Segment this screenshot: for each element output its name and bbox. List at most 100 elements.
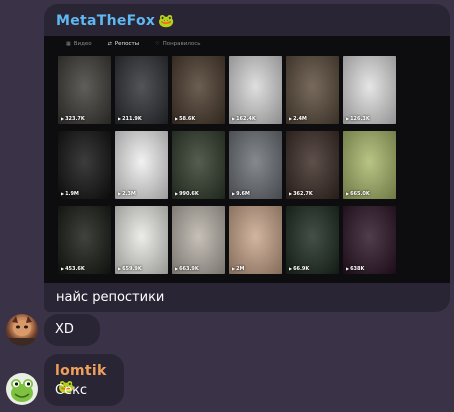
- view-count-text: 162.4K: [236, 116, 256, 122]
- sender-name[interactable]: MetaTheFox 🐸: [56, 13, 175, 29]
- video-grid: ▶323.7K ▶211.9K ▶58.6K ▶162.4K ▶2.4M ▶126.3K ▶…: [58, 56, 396, 274]
- play-icon: ▶: [289, 266, 293, 271]
- view-count: ▶1.9M: [61, 191, 79, 197]
- view-count: ▶453.6K: [61, 266, 85, 272]
- thumbnail-image: [343, 131, 396, 199]
- view-count-text: 659.9K: [122, 266, 142, 272]
- play-icon: ▶: [346, 116, 350, 121]
- profile-tab-label: Понравилось: [162, 41, 201, 47]
- frog-emoji-icon: 🐸: [158, 14, 175, 29]
- thumbnail-image: [115, 56, 168, 124]
- play-icon: ▶: [61, 266, 65, 271]
- video-thumbnail: ▶2.3M: [115, 131, 168, 199]
- play-icon: ▶: [175, 266, 179, 271]
- thumbnail-image: [286, 56, 339, 124]
- view-count-text: 1.9M: [65, 191, 79, 197]
- user-avatar[interactable]: [6, 373, 38, 405]
- view-count-text: 2.3M: [122, 191, 136, 197]
- view-count: ▶362.7K: [289, 191, 313, 197]
- sender-name-text: lomtik: [55, 363, 107, 379]
- view-count-text: 126.3K: [350, 116, 370, 122]
- sender-name-text: MetaTheFox: [56, 13, 156, 29]
- play-icon: ▶: [118, 191, 122, 196]
- play-icon: ▶: [289, 116, 293, 121]
- thumbnail-image: [286, 131, 339, 199]
- play-icon: ▶: [289, 191, 293, 196]
- play-icon: ▶: [175, 116, 179, 121]
- video-thumbnail: ▶990.6K: [172, 131, 225, 199]
- message-bubble[interactable]: lomtik🐸 Секс: [44, 354, 124, 406]
- avatar-photo-icon: [6, 316, 38, 346]
- video-thumbnail: ▶66.9K: [286, 206, 339, 274]
- message-text: XD: [55, 322, 74, 337]
- grid-icon: ▦: [66, 41, 71, 47]
- profile-tab-label: Репосты: [114, 41, 140, 47]
- view-count: ▶323.7K: [61, 116, 85, 122]
- profile-tab: ⇄ Репосты: [108, 41, 139, 47]
- view-count-text: 211.9K: [122, 116, 142, 122]
- video-thumbnail: ▶1.9M: [58, 131, 111, 199]
- video-thumbnail: ▶665.0K: [343, 131, 396, 199]
- thumbnail-image: [115, 206, 168, 274]
- video-thumbnail: ▶362.7K: [286, 131, 339, 199]
- user-avatar[interactable]: [6, 314, 38, 346]
- video-thumbnail: ▶126.3K: [343, 56, 396, 124]
- profile-tab: ▦ Видео: [66, 41, 92, 47]
- view-count: ▶638K: [346, 266, 364, 272]
- view-count: ▶2.3M: [118, 191, 136, 197]
- frog-avatar-icon: [11, 379, 33, 402]
- video-thumbnail: ▶659.9K: [115, 206, 168, 274]
- play-icon: ▶: [346, 191, 350, 196]
- thumbnail-image: [286, 206, 339, 274]
- video-thumbnail: ▶638K: [343, 206, 396, 274]
- view-count: ▶211.9K: [118, 116, 142, 122]
- view-count: ▶66.9K: [289, 266, 309, 272]
- view-count-text: 453.6K: [65, 266, 85, 272]
- view-count: ▶659.9K: [118, 266, 142, 272]
- message-bubble[interactable]: XD: [44, 314, 100, 346]
- message-text: Секс: [55, 383, 88, 398]
- video-thumbnail: ▶162.4K: [229, 56, 282, 124]
- view-count: ▶58.6K: [175, 116, 195, 122]
- view-count-text: 990.6K: [179, 191, 199, 197]
- thumbnail-image: [343, 206, 396, 274]
- thumbnail-image: [229, 206, 282, 274]
- video-thumbnail: ▶323.7K: [58, 56, 111, 124]
- profile-tab: ♡ Понравилось: [155, 41, 200, 47]
- message-text: найс репостики: [56, 290, 165, 305]
- view-count: ▶9.6M: [232, 191, 250, 197]
- play-icon: ▶: [346, 266, 350, 271]
- play-icon: ▶: [118, 116, 122, 121]
- thumbnail-image: [343, 56, 396, 124]
- profile-tabs: ▦ Видео ⇄ Репосты ♡ Понравилось: [66, 41, 200, 47]
- video-thumbnail: ▶453.6K: [58, 206, 111, 274]
- view-count-text: 323.7K: [65, 116, 85, 122]
- thumbnail-image: [58, 206, 111, 274]
- attached-screenshot[interactable]: ▦ Видео ⇄ Репосты ♡ Понравилось ▶323.7K ▶211.9…: [44, 36, 450, 283]
- thumbnail-image: [58, 56, 111, 124]
- view-count-text: 66.9K: [293, 266, 310, 272]
- view-count-text: 665.0K: [350, 191, 370, 197]
- thumbnail-image: [58, 131, 111, 199]
- view-count: ▶990.6K: [175, 191, 199, 197]
- thumbnail-image: [229, 56, 282, 124]
- view-count-text: 58.6K: [179, 116, 196, 122]
- view-count: ▶162.4K: [232, 116, 256, 122]
- view-count: ▶126.3K: [346, 116, 370, 122]
- play-icon: ▶: [232, 191, 236, 196]
- view-count-text: 663.9K: [179, 266, 199, 272]
- thumbnail-image: [229, 131, 282, 199]
- thumbnail-image: [172, 131, 225, 199]
- video-thumbnail: ▶2M: [229, 206, 282, 274]
- video-thumbnail: ▶9.6M: [229, 131, 282, 199]
- play-icon: ▶: [232, 116, 236, 121]
- video-thumbnail: ▶663.9K: [172, 206, 225, 274]
- message-bubble[interactable]: MetaTheFox 🐸 ▦ Видео ⇄ Репосты ♡ Понравилось ▶…: [44, 4, 450, 312]
- view-count: ▶2M: [232, 266, 245, 272]
- view-count: ▶2.4M: [289, 116, 307, 122]
- repost-icon: ⇄: [107, 41, 112, 47]
- thumbnail-image: [172, 206, 225, 274]
- view-count-text: 362.7K: [293, 191, 313, 197]
- view-count-text: 2.4M: [293, 116, 307, 122]
- play-icon: ▶: [118, 266, 122, 271]
